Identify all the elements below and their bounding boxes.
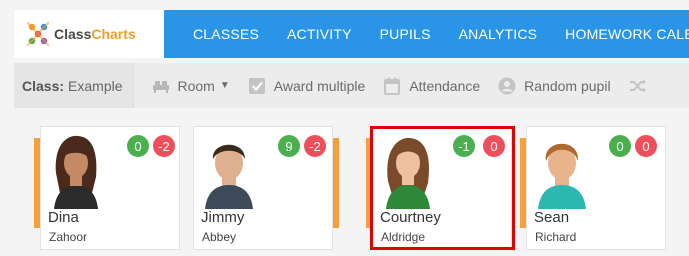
negative-points-badge: 0 <box>483 135 505 157</box>
class-toolbar: Class: Example Room ▼ Award multiple Att… <box>14 63 689 108</box>
attendance-label: Attendance <box>409 77 481 94</box>
classcharts-logo-icon <box>26 21 50 47</box>
logo-text: ClassCharts <box>54 26 136 42</box>
pupil-first-name: Dina <box>48 209 79 226</box>
pupil-avatar <box>534 133 590 209</box>
pupil-avatar <box>48 133 104 209</box>
room-dropdown[interactable]: Room ▼ <box>152 78 230 94</box>
pupil-last-name: Zahoor <box>49 230 88 244</box>
checkbox-icon <box>248 77 265 94</box>
positive-points-badge: 0 <box>127 135 149 157</box>
card-accent <box>333 138 339 228</box>
pupil-card-sean[interactable]: 0 0 Sean Richard <box>526 126 666 250</box>
pupil-avatar <box>380 133 436 209</box>
top-bar: ClassCharts CLASSES ACTIVITY PUPILS ANAL… <box>14 10 689 58</box>
class-selector[interactable]: Class: Example <box>14 63 134 108</box>
negative-points-badge: 0 <box>635 135 657 157</box>
pupil-last-name: Abbey <box>202 230 237 244</box>
nav-homework-calendar[interactable]: HOMEWORK CALENDAR <box>565 26 689 42</box>
pupil-first-name: Sean <box>534 209 570 226</box>
negative-points-badge: -2 <box>304 135 326 157</box>
nav-analytics[interactable]: ANALYTICS <box>459 26 538 42</box>
positive-points-badge: 0 <box>609 135 631 157</box>
award-multiple-button[interactable]: Award multiple <box>248 77 366 95</box>
random-pupil-label: Random pupil <box>524 77 611 94</box>
random-pupil-button[interactable]: Random pupil <box>498 77 611 95</box>
room-label: Room <box>177 77 215 94</box>
class-value: Example <box>68 77 123 94</box>
caret-down-icon: ▼ <box>219 80 230 91</box>
pupil-card-courtney[interactable]: -1 0 Courtney Aldridge <box>372 126 512 250</box>
nav-classes[interactable]: CLASSES <box>193 26 259 42</box>
attendance-button[interactable]: Attendance <box>383 77 480 95</box>
pupil-first-name: Courtney <box>380 209 441 226</box>
shuffle-button[interactable] <box>629 79 655 93</box>
pupil-first-name: Jimmy <box>201 209 245 226</box>
user-icon <box>498 77 516 94</box>
calendar-icon <box>384 77 401 95</box>
award-multiple-label: Award multiple <box>273 77 366 94</box>
positive-points-badge: 9 <box>278 135 300 157</box>
main-nav: CLASSES ACTIVITY PUPILS ANALYTICS HOMEWO… <box>164 10 689 58</box>
negative-points-badge: -2 <box>153 135 175 157</box>
pupil-last-name: Richard <box>535 230 577 244</box>
class-label: Class: <box>22 77 65 94</box>
nav-activity[interactable]: ACTIVITY <box>287 26 352 42</box>
pupil-card-jimmy[interactable]: 9 -2 Jimmy Abbey <box>193 126 333 250</box>
nav-pupils[interactable]: PUPILS <box>380 26 431 42</box>
positive-points-badge: -1 <box>453 135 475 157</box>
pupil-card-dina[interactable]: 0 -2 Dina Zahoor <box>40 126 180 250</box>
room-icon <box>152 80 169 93</box>
pupil-last-name: Aldridge <box>381 230 426 244</box>
shuffle-icon <box>629 79 646 92</box>
pupil-avatar <box>201 133 257 209</box>
logo[interactable]: ClassCharts <box>14 10 164 58</box>
